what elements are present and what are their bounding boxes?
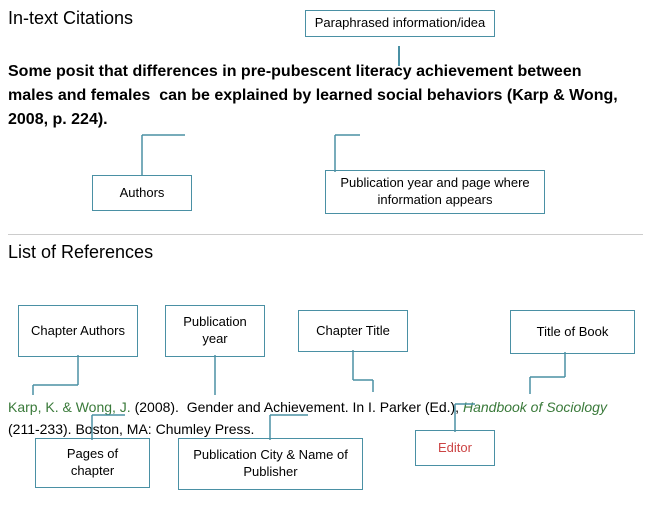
intext-section-title: In-text Citations: [8, 8, 133, 29]
chapter-title-connector: [298, 350, 408, 400]
citation-paragraph: Some posit that differences in pre-pubes…: [8, 60, 628, 132]
separator: [8, 234, 643, 235]
title-of-book-connector: [510, 352, 635, 402]
editor-connector: [415, 396, 515, 432]
pub-city-box: Publication City & Name of Publisher: [178, 438, 363, 490]
title-of-book-box: Title of Book: [510, 310, 635, 354]
pub-year-box: Publication year and page where informat…: [325, 170, 545, 214]
references-section-title: List of References: [8, 242, 153, 263]
ref-pub-year-connector: [165, 355, 265, 400]
authors-box: Authors: [92, 175, 192, 211]
editor-box: Editor: [415, 430, 495, 466]
pub-city-connector: [178, 410, 363, 440]
pub-year-connector: [320, 130, 400, 175]
pages-box: Pages of chapter: [35, 438, 150, 488]
authors-connector: [90, 130, 210, 180]
chapter-authors-connector: [18, 355, 138, 400]
pages-connector: [35, 410, 150, 440]
ref-pub-year-box: Publication year: [165, 305, 265, 357]
chapter-title-box: Chapter Title: [298, 310, 408, 352]
paraphrased-box: Paraphrased information/idea: [305, 10, 495, 37]
chapter-authors-box: Chapter Authors: [18, 305, 138, 357]
